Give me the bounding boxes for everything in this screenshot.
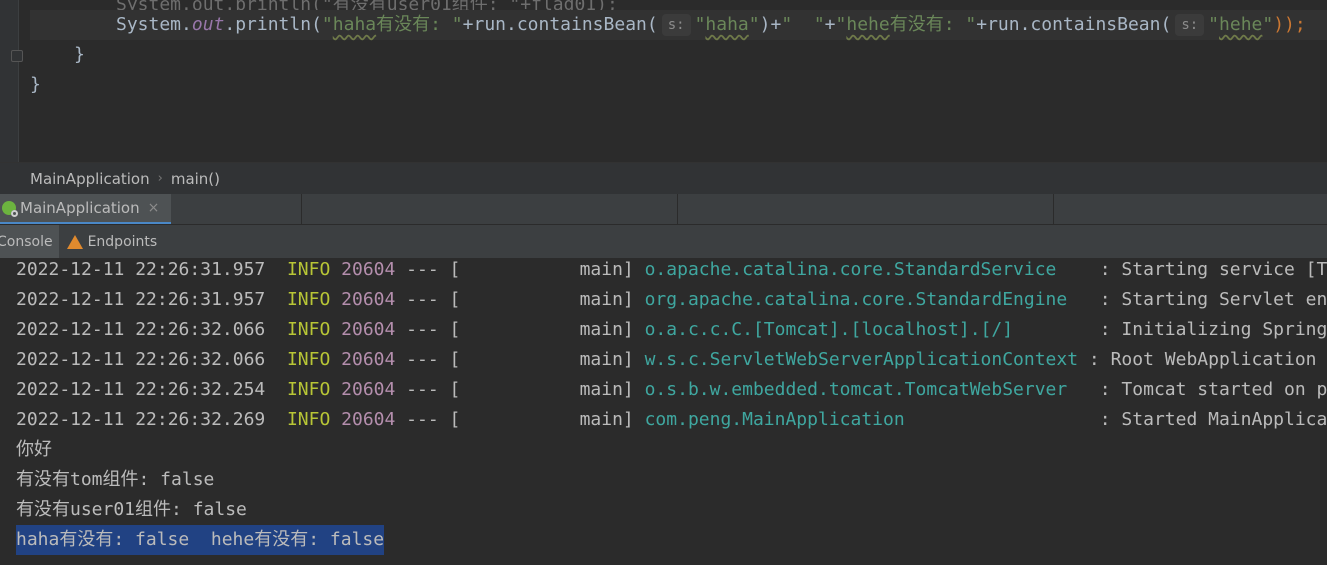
log-timestamp: 2022-12-11 22:26:32.269 — [16, 409, 266, 430]
log-timestamp: 2022-12-11 22:26:32.066 — [16, 319, 266, 340]
output-line: 你好 — [16, 439, 52, 460]
log-thread: main] — [460, 259, 634, 280]
tool-tab-bar: Console Endpoints — [0, 224, 1327, 259]
log-timestamp: 2022-12-11 22:26:32.254 — [16, 379, 266, 400]
run-tab-label: MainApplication — [20, 199, 140, 217]
log-message: : Starting service [T — [1088, 259, 1327, 280]
breadcrumb-item-method[interactable]: main() — [163, 170, 228, 188]
log-level: INFO — [286, 379, 331, 400]
code-line-current[interactable]: System.out.println("haha有没有: "+run.conta… — [30, 10, 1327, 40]
code-token-string: " — [321, 14, 333, 35]
code-line-class-close[interactable]: } — [30, 70, 41, 100]
tab-console[interactable]: Console — [0, 225, 59, 259]
log-logger[interactable]: org.apache.catalina.core.StandardEngine — [645, 289, 1089, 310]
log-level: INFO — [286, 289, 331, 310]
code-token-string: " — [694, 14, 706, 35]
log-logger[interactable]: com.peng.MainApplication — [645, 409, 1089, 430]
log-message: : Starting Servlet en — [1088, 289, 1327, 310]
breadcrumb: MainApplication › main() — [0, 162, 1327, 194]
tab-divider — [1053, 194, 1055, 224]
log-thread: main] — [460, 319, 634, 340]
log-logger[interactable]: o.s.b.w.embedded.tomcat.TomcatWebServer — [645, 379, 1089, 400]
code-token-string: haha — [705, 14, 749, 35]
log-line: 2022-12-11 22:26:32.066 INFO 20604 --- [… — [16, 315, 1327, 345]
code-token-string: " " — [781, 14, 825, 35]
log-pid: 20604 — [341, 319, 396, 340]
log-level: INFO — [286, 409, 331, 430]
code-token-string: 有没有: " — [889, 14, 977, 35]
run-tab-bar: MainApplication × — [0, 194, 1327, 224]
log-thread: main] — [460, 289, 634, 310]
log-separator: --- [ — [406, 409, 461, 430]
log-thread: main] — [460, 349, 634, 370]
output-line: 有没有user01组件: false — [16, 499, 247, 520]
log-separator: --- [ — [406, 289, 461, 310]
log-line: 2022-12-11 22:26:31.957 INFO 20604 --- [… — [16, 285, 1327, 315]
tab-endpoints[interactable]: Endpoints — [59, 234, 166, 250]
output-line-selected[interactable]: haha有没有: false hehe有没有: false — [16, 525, 385, 555]
log-message: : Initializing Spring — [1088, 319, 1327, 340]
fold-marker-icon[interactable] — [11, 50, 23, 62]
code-line-method-close[interactable]: } — [74, 40, 85, 70]
breadcrumb-item-class[interactable]: MainApplication — [22, 170, 158, 188]
log-pid: 20604 — [341, 289, 396, 310]
code-token-string: " — [748, 14, 760, 35]
close-icon[interactable]: × — [148, 200, 160, 216]
code-token: +run.containsBean( — [976, 14, 1172, 35]
code-token-string: " — [835, 14, 847, 35]
code-token: )); — [1273, 14, 1306, 35]
console-output[interactable]: 2022-12-11 22:26:31.957 INFO 20604 --- [… — [0, 258, 1327, 565]
log-line: 2022-12-11 22:26:31.957 INFO 20604 --- [… — [16, 258, 1327, 285]
log-thread: main] — [460, 409, 634, 430]
log-timestamp: 2022-12-11 22:26:31.957 — [16, 289, 266, 310]
code-token-string: " — [1208, 14, 1220, 35]
log-line: 2022-12-11 22:26:32.066 INFO 20604 --- [… — [16, 345, 1317, 375]
code-token: .println( — [224, 14, 322, 35]
code-token-string: hehe — [1219, 14, 1263, 35]
log-line: 2022-12-11 22:26:32.269 INFO 20604 --- [… — [16, 405, 1327, 435]
endpoints-icon — [66, 235, 83, 249]
log-level: INFO — [286, 349, 331, 370]
log-timestamp: 2022-12-11 22:26:32.066 — [16, 349, 266, 370]
parameter-hint: s: — [1175, 14, 1205, 36]
log-message: : Started MainApplica — [1088, 409, 1327, 430]
log-level: INFO — [286, 259, 331, 280]
log-separator: --- [ — [406, 349, 461, 370]
code-token: )+ — [759, 14, 782, 35]
code-token-string: hehe — [846, 14, 890, 35]
parameter-hint: s: — [661, 14, 691, 36]
log-message: : Tomcat started on p — [1088, 379, 1327, 400]
code-token-string: haha — [332, 14, 377, 35]
log-separator: --- [ — [406, 379, 461, 400]
code-token: +run.containsBean( — [462, 14, 658, 35]
spring-boot-icon — [2, 201, 18, 217]
code-token: System. — [116, 14, 192, 35]
log-level: INFO — [286, 319, 331, 340]
log-separator: --- [ — [406, 319, 461, 340]
code-token-string: " — [1262, 14, 1274, 35]
log-thread: main] — [460, 379, 634, 400]
code-token: + — [824, 14, 836, 35]
log-pid: 20604 — [341, 349, 396, 370]
code-editor[interactable]: System.out.println("有没有user01组件: "+flag0… — [0, 0, 1327, 162]
output-line: 有没有tom组件: false — [16, 469, 215, 490]
editor-gutter — [0, 0, 23, 162]
log-message: : Root WebApplication — [1088, 349, 1317, 370]
log-pid: 20604 — [341, 259, 396, 280]
tab-divider — [677, 194, 679, 224]
log-separator: --- [ — [406, 259, 461, 280]
log-line: 2022-12-11 22:26:32.254 INFO 20604 --- [… — [16, 375, 1327, 405]
tab-divider — [301, 194, 303, 224]
log-pid: 20604 — [341, 379, 396, 400]
log-logger[interactable]: o.apache.catalina.core.StandardService — [645, 259, 1089, 280]
log-pid: 20604 — [341, 409, 396, 430]
run-tab-mainapplication[interactable]: MainApplication × — [0, 194, 172, 224]
code-token-string: 有没有: " — [376, 14, 463, 35]
code-token-field: out — [191, 14, 225, 35]
log-logger[interactable]: o.a.c.c.C.[Tomcat].[localhost].[/] — [645, 319, 1089, 340]
log-timestamp: 2022-12-11 22:26:31.957 — [16, 259, 266, 280]
tab-endpoints-label: Endpoints — [87, 234, 158, 250]
log-logger[interactable]: w.s.c.ServletWebServerApplicationContext — [645, 349, 1089, 370]
